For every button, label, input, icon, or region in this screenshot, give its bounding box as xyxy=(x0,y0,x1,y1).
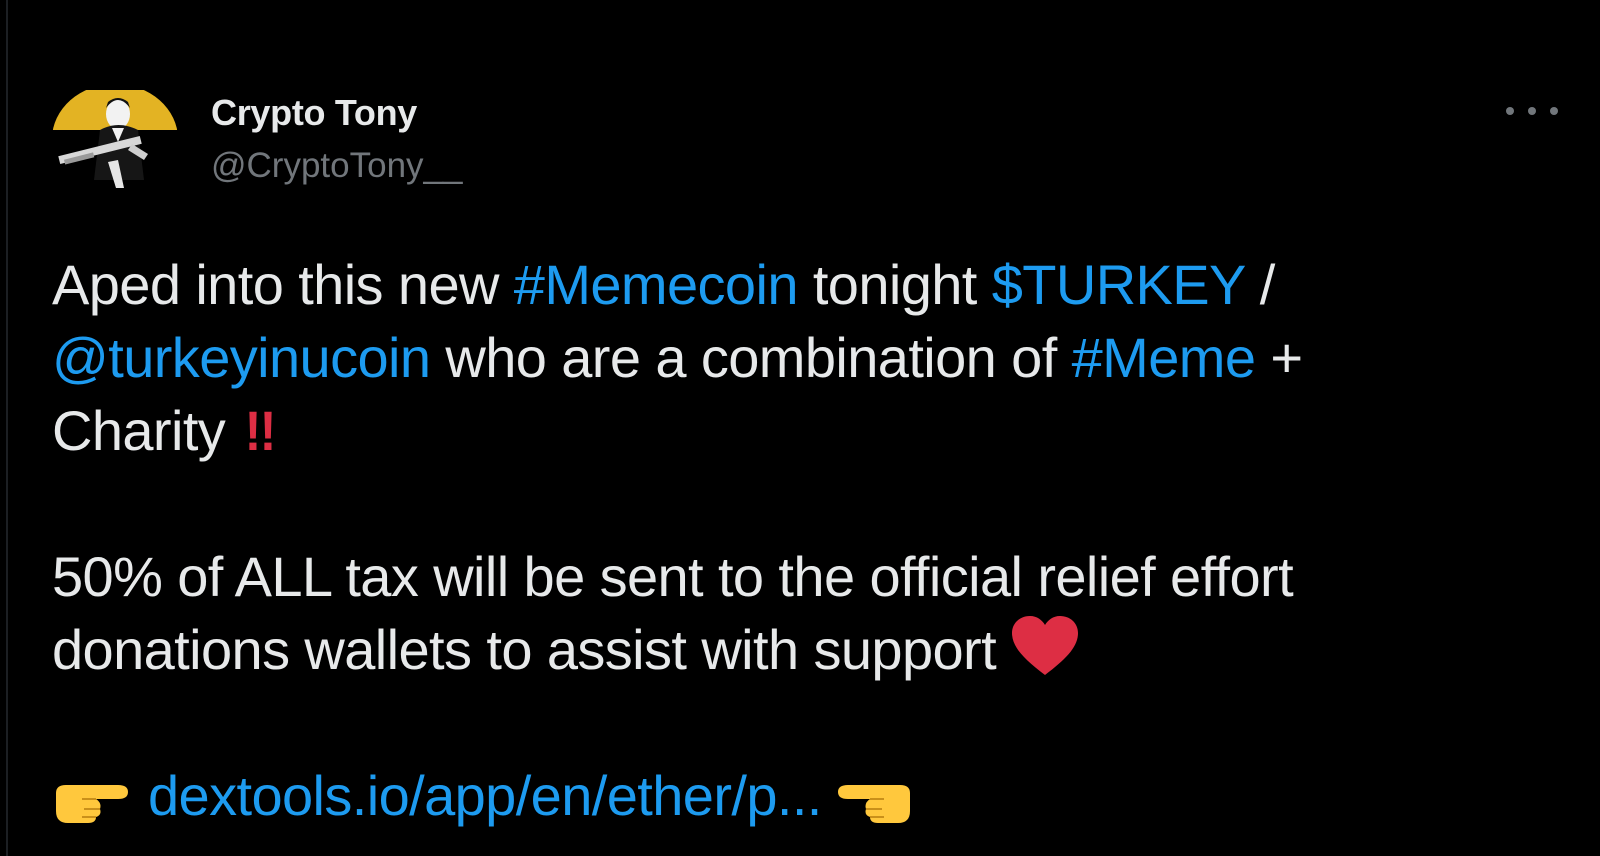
hashtag-meme-link[interactable]: #Meme xyxy=(1072,326,1256,389)
more-options-icon[interactable] xyxy=(1506,96,1558,126)
dextools-link[interactable]: dextools.io/app/en/ether/p... xyxy=(148,764,822,827)
dot-icon xyxy=(1528,107,1536,115)
tweet-line: @turkeyinucoin who are a combination of … xyxy=(52,321,1572,394)
line-break xyxy=(52,686,1572,759)
pointing-right-hand-icon xyxy=(52,771,130,844)
tweet-line: Charity!! xyxy=(52,394,1572,467)
tweet-text: Aped into this new #Memecoin tonight $TU… xyxy=(52,248,1572,832)
author-handle[interactable]: @CryptoTony__ xyxy=(211,146,462,186)
cashtag-turkey-link[interactable]: $TURKEY xyxy=(992,253,1246,316)
text-segment: tonight xyxy=(797,253,992,316)
red-heart-icon xyxy=(1010,615,1080,694)
tweet: Crypto Tony @CryptoTony__ Aped into this… xyxy=(0,0,1600,856)
text-segment: who are a combination of xyxy=(430,326,1072,389)
pointing-left-hand-icon xyxy=(836,771,914,844)
tweet-line: donations wallets to assist with support xyxy=(52,613,1572,686)
text-segment: Charity xyxy=(52,399,226,462)
tweet-line: dextools.io/app/en/ether/p... xyxy=(52,759,1572,832)
avatar[interactable] xyxy=(52,84,178,194)
line-break xyxy=(52,467,1572,540)
dot-icon xyxy=(1506,107,1514,115)
text-segment: Aped into this new xyxy=(52,253,514,316)
mention-turkeyinucoin-link[interactable]: @turkeyinucoin xyxy=(52,326,431,389)
author-name[interactable]: Crypto Tony xyxy=(211,92,417,134)
dot-icon xyxy=(1550,107,1558,115)
text-segment: donations wallets to assist with support xyxy=(52,618,997,681)
tweet-line: Aped into this new #Memecoin tonight $TU… xyxy=(52,248,1572,321)
double-exclamation-icon: !! xyxy=(244,399,277,462)
hashtag-memecoin-link[interactable]: #Memecoin xyxy=(514,253,799,316)
text-segment: + xyxy=(1255,326,1303,389)
text-segment: / xyxy=(1244,253,1276,316)
tweet-line: 50% of ALL tax will be sent to the offic… xyxy=(52,545,1294,608)
